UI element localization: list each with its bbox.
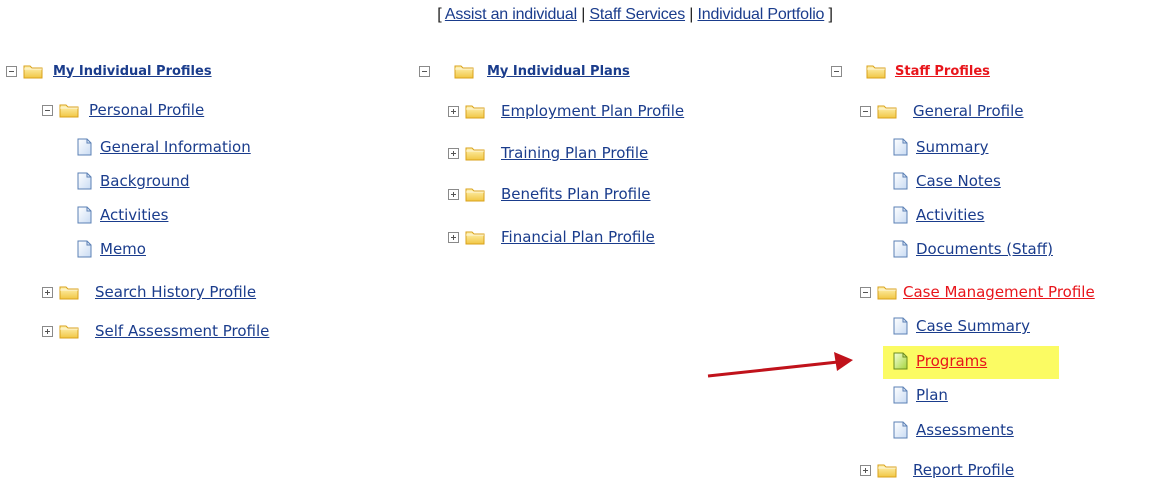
red-arrow-icon xyxy=(707,352,853,378)
